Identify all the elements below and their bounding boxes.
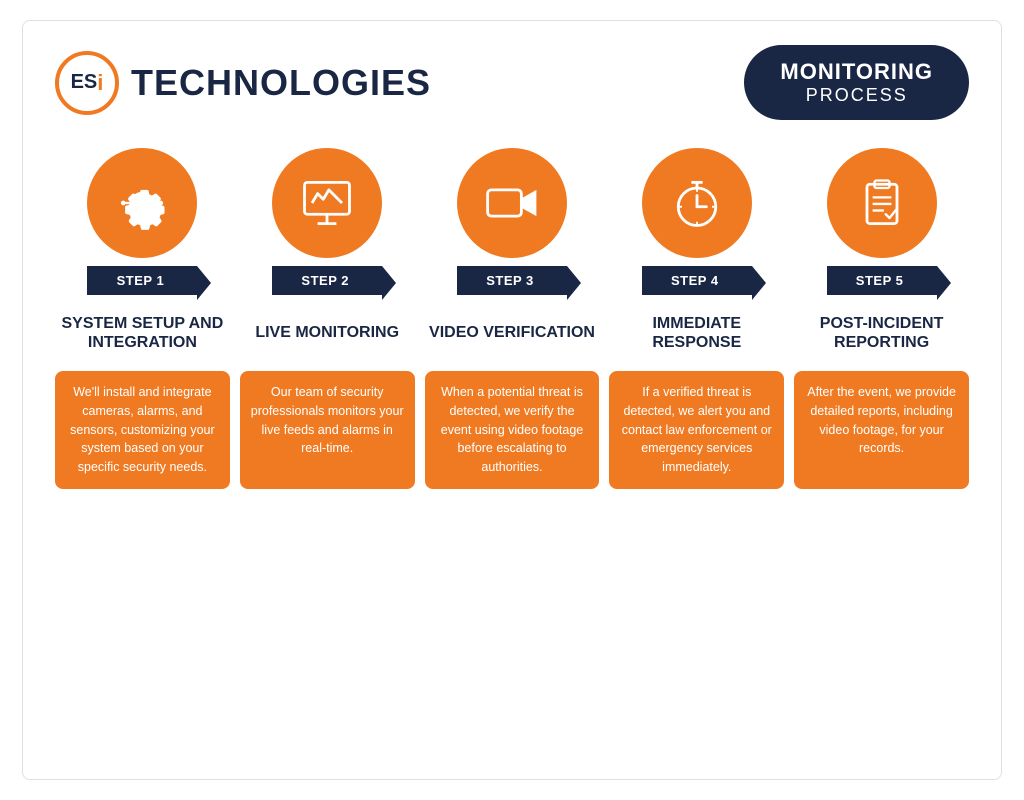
badge-subtitle: PROCESS [780,85,933,106]
gear-icon [112,173,172,233]
step5-title: POST-INCIDENT REPORTING [794,303,969,363]
step4-title: IMMEDIATE RESPONSE [609,303,784,363]
step4-desc: If a verified threat is detected, we ale… [609,371,784,489]
page-wrapper: ESi TECHNOLOGIES MONITORING PROCESS [22,20,1002,780]
monitor-icon [297,173,357,233]
camera-icon [482,173,542,233]
step2-arrow: STEP 2 [272,266,382,295]
badge-title: MONITORING [780,59,933,85]
logo-es: ES [71,71,98,94]
step3-desc: When a potential threat is detected, we … [425,371,600,489]
stopwatch-icon [667,173,727,233]
step4-icon-circle [642,148,752,258]
step1-arrow: STEP 1 [87,266,197,295]
step3-icon-circle [457,148,567,258]
company-name: TECHNOLOGIES [131,62,431,104]
step4-arrow: STEP 4 [642,266,752,295]
step2-label: STEP 2 [301,273,349,288]
step-col-3: STEP 3 VIDEO VERIFICATION When a potenti… [425,148,600,489]
step2-title: LIVE MONITORING [255,303,399,363]
monitoring-badge: MONITORING PROCESS [744,45,969,120]
step-col-4: STEP 4 IMMEDIATE RESPONSE If a verified … [609,148,784,489]
step-col-2: STEP 2 LIVE MONITORING Our team of secur… [240,148,415,489]
step2-icon-circle [272,148,382,258]
step3-title: VIDEO VERIFICATION [429,303,595,363]
logo-area: ESi TECHNOLOGIES [55,51,431,115]
step1-title: SYSTEM SETUP AND INTEGRATION [55,303,230,363]
header: ESi TECHNOLOGIES MONITORING PROCESS [55,45,969,120]
step1-desc: We'll install and integrate cameras, ala… [55,371,230,489]
step5-icon-circle [827,148,937,258]
step5-desc: After the event, we provide detailed rep… [794,371,969,489]
step1-label: STEP 1 [117,273,165,288]
step3-label: STEP 3 [486,273,534,288]
step5-label: STEP 5 [856,273,904,288]
logo-icon: ESi [55,51,119,115]
step1-icon-circle [87,148,197,258]
step5-arrow: STEP 5 [827,266,937,295]
step3-arrow: STEP 3 [457,266,567,295]
step4-label: STEP 4 [671,273,719,288]
step-col-1: STEP 1 SYSTEM SETUP AND INTEGRATION We'l… [55,148,230,489]
logo-i: i [97,70,103,96]
step2-desc: Our team of security professionals monit… [240,371,415,489]
clipboard-icon [852,173,912,233]
steps-container: STEP 1 SYSTEM SETUP AND INTEGRATION We'l… [55,148,969,489]
step-col-5: STEP 5 POST-INCIDENT REPORTING After the… [794,148,969,489]
